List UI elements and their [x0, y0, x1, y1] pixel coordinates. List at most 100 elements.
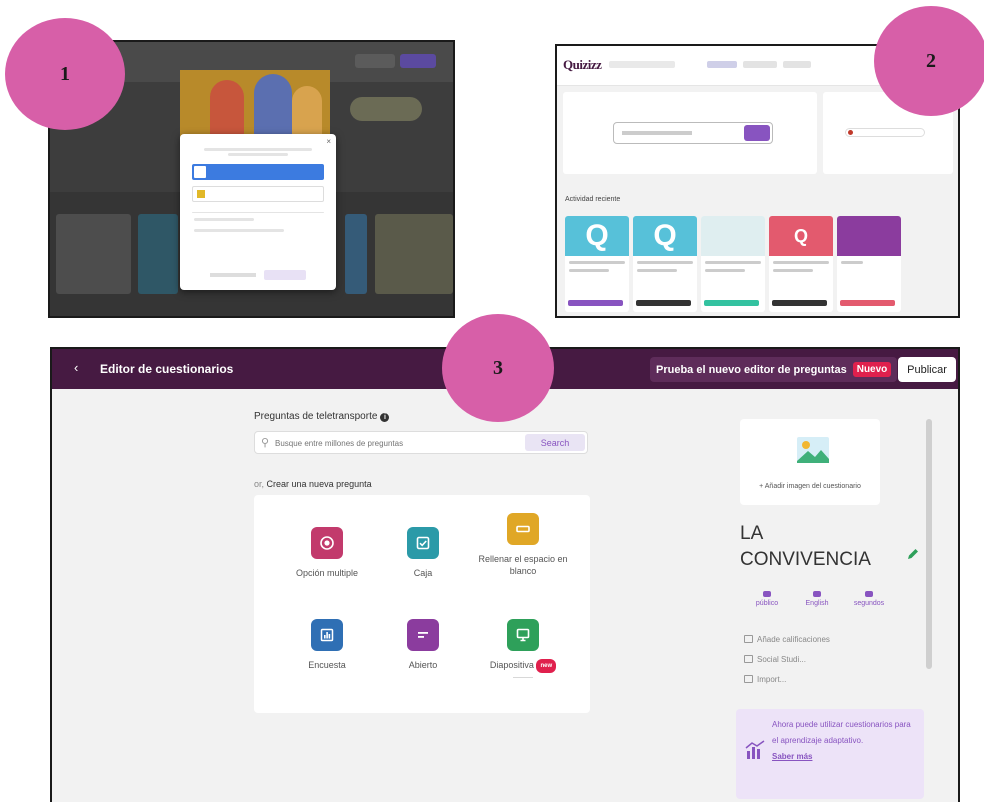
step-2-circle: 2	[874, 6, 984, 116]
s2-join-panel	[563, 92, 817, 174]
slide-new-badge: new	[536, 659, 557, 673]
quizizz-logo[interactable]: Quizizz	[563, 57, 602, 73]
question-type-checkbox[interactable]: Caja	[368, 527, 478, 579]
graduation-cap-icon	[744, 635, 753, 643]
timer-label: segundos	[853, 600, 885, 607]
timer-seconds[interactable]: segundos	[844, 591, 894, 607]
question-type-label: Opción multiple	[295, 568, 359, 578]
modal-title-placeholder	[194, 148, 322, 156]
try-new-editor-label: Prueba el nuevo editor de preguntas	[656, 363, 847, 376]
step-3-label: 3	[493, 356, 503, 379]
s1-login-button[interactable]	[355, 54, 395, 68]
timer-icon	[865, 591, 873, 597]
add-quiz-image-label: + Añadir imagen del cuestionario	[759, 483, 861, 490]
edit-pencil-icon[interactable]	[906, 547, 920, 561]
info-icon[interactable]: i	[380, 413, 390, 422]
continue-google-button[interactable]	[192, 164, 324, 180]
question-type-fill-blank[interactable]: Rellenar el espacio en blanco	[468, 513, 578, 577]
fill-blank-icon	[507, 513, 539, 545]
s2-search-input[interactable]	[609, 61, 675, 68]
add-quiz-image-box[interactable]: + Añadir imagen del cuestionario	[740, 419, 880, 505]
s2-game-code-input[interactable]	[613, 122, 773, 144]
recent-activity-heading: Actividad reciente	[565, 196, 621, 203]
teleport-heading: Preguntas de teletransporte i	[254, 411, 390, 422]
try-new-editor-button[interactable]: Prueba el nuevo editor de preguntas Nuev…	[650, 357, 898, 382]
activity-card[interactable]	[701, 216, 765, 312]
open-ended-icon	[407, 619, 439, 651]
add-grades-item[interactable]: Añade calificaciones	[744, 635, 830, 644]
search-icon: ⚲	[261, 437, 270, 449]
activity-card[interactable]: Q	[565, 216, 629, 312]
continue-microsoft-button[interactable]	[192, 186, 324, 202]
new-badge: Nuevo	[852, 362, 892, 377]
language-english[interactable]: English	[792, 591, 842, 607]
quiz-title-line-1: LA	[740, 523, 764, 544]
question-type-open-ended[interactable]: Abierto	[368, 619, 478, 671]
checkbox-icon	[407, 527, 439, 559]
s2-join-button[interactable]	[744, 125, 770, 141]
subject-item[interactable]: Social Studi...	[744, 655, 806, 664]
s1-join-pill[interactable]	[350, 97, 422, 121]
poll-icon	[311, 619, 343, 651]
learn-more-link[interactable]: Saber más	[772, 752, 812, 761]
email-option[interactable]	[194, 229, 284, 232]
email-option[interactable]	[194, 218, 254, 221]
slide-subtext: ————	[513, 675, 533, 681]
login-link[interactable]	[210, 273, 256, 277]
question-type-grid: Opción multiple Caja Rellenar el espacio…	[254, 495, 590, 713]
activity-card[interactable]: Q	[633, 216, 697, 312]
multiple-choice-icon	[311, 527, 343, 559]
step-1-circle: 1	[5, 18, 125, 130]
divider	[192, 212, 324, 213]
or-prefix: or,	[254, 479, 265, 489]
quiz-title-line-2: CONVIVENCIA	[740, 549, 871, 570]
image-placeholder-icon	[797, 437, 829, 463]
import-label: Import...	[757, 675, 787, 684]
s1-card	[56, 214, 131, 294]
s2-nav-home[interactable]	[707, 61, 737, 68]
language-label: English	[805, 600, 829, 607]
step-3-circle: 3	[442, 314, 554, 422]
teacher-signup-button[interactable]	[264, 270, 306, 280]
question-type-multiple-choice[interactable]: Opción multiple	[272, 527, 382, 579]
step-2-label: 2	[926, 49, 936, 72]
slide-icon	[507, 619, 539, 651]
teleport-label: Preguntas de teletransporte	[254, 411, 378, 422]
question-type-poll[interactable]: Encuesta	[272, 619, 382, 671]
question-type-slide[interactable]: Diapositiva new ————	[468, 619, 578, 681]
s1-card	[375, 214, 453, 294]
import-item[interactable]: Import...	[744, 675, 786, 684]
language-icon	[813, 591, 821, 597]
book-icon	[744, 655, 753, 663]
editor-title: Editor de cuestionarios	[100, 362, 234, 376]
back-chevron-icon[interactable]: ‹	[74, 360, 78, 375]
visibility-public[interactable]: público	[742, 591, 792, 607]
activity-card[interactable]: Q	[769, 216, 833, 312]
add-grades-label: Añade calificaciones	[757, 635, 830, 644]
adaptive-message: Ahora puede utilizar cuestionarios para …	[772, 720, 911, 745]
s1-card	[138, 214, 178, 294]
question-type-label: Caja	[413, 568, 433, 578]
adaptive-learning-text: Ahora puede utilizar cuestionarios para …	[772, 717, 912, 765]
right-panel-scrollbar[interactable]	[926, 419, 932, 669]
create-question-label: Crear una nueva pregunta	[266, 479, 372, 489]
quiz-title: LA CONVIVENCIA	[740, 521, 871, 573]
s2-nav-classes[interactable]	[783, 61, 811, 68]
signup-modal: ×	[180, 134, 336, 290]
question-search-box: ⚲ Search	[254, 431, 588, 454]
activity-card[interactable]	[837, 216, 901, 312]
close-icon[interactable]: ×	[326, 137, 331, 146]
s1-signup-button[interactable]	[400, 54, 436, 68]
question-type-label: Encuesta	[308, 660, 346, 670]
subject-label: Social Studi...	[757, 655, 806, 664]
eye-icon	[763, 591, 771, 597]
quiz-settings-panel: + Añadir imagen del cuestionario LA CONV…	[740, 419, 930, 699]
s2-nav-activity[interactable]	[743, 61, 777, 68]
publish-button[interactable]: Publicar	[898, 357, 956, 382]
question-search-input[interactable]	[275, 436, 515, 450]
visibility-label: público	[755, 600, 779, 607]
step-1-label: 1	[60, 62, 70, 85]
s1-card	[345, 214, 367, 294]
s2-profile-name[interactable]	[845, 128, 925, 137]
search-button[interactable]: Search	[525, 434, 585, 451]
